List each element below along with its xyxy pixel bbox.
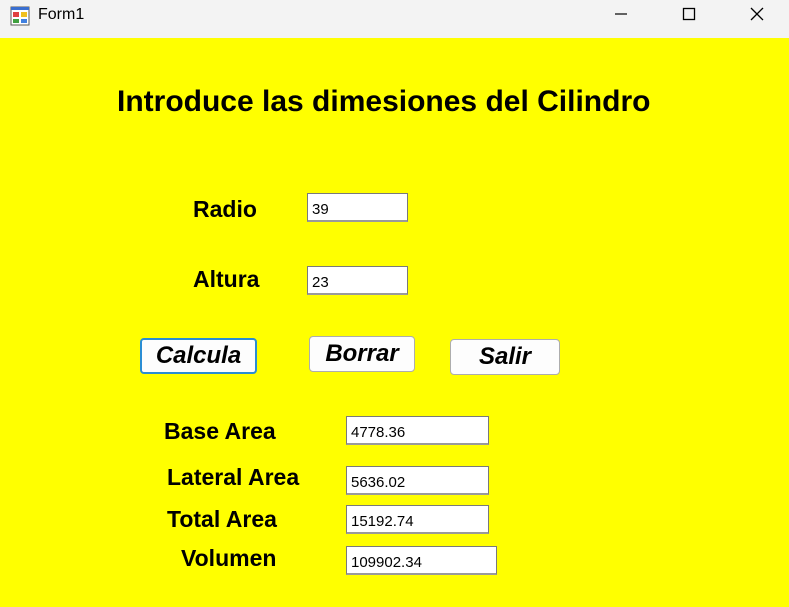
base-area-label: Base Area xyxy=(164,418,276,444)
total-area-output[interactable] xyxy=(346,505,489,534)
total-area-label: Total Area xyxy=(167,506,277,532)
close-button[interactable] xyxy=(726,0,788,32)
lateral-area-label: Lateral Area xyxy=(167,464,300,490)
minimize-button[interactable] xyxy=(590,0,652,32)
calcula-button[interactable]: Calcula xyxy=(140,338,257,374)
radio-input[interactable] xyxy=(307,193,408,222)
close-icon xyxy=(749,6,765,27)
maximize-icon xyxy=(682,7,696,26)
altura-input[interactable] xyxy=(307,266,408,295)
volumen-output[interactable] xyxy=(346,546,497,575)
form-client-area: Introduce las dimesiones del Cilindro Ra… xyxy=(0,38,789,607)
borrar-button[interactable]: Borrar xyxy=(309,336,415,372)
title-bar[interactable]: Form1 xyxy=(0,0,789,38)
radio-label: Radio xyxy=(193,196,257,222)
volumen-label: Volumen xyxy=(181,545,277,571)
base-area-output[interactable] xyxy=(346,416,489,445)
maximize-button[interactable] xyxy=(658,0,720,32)
form-app-icon xyxy=(10,6,30,26)
salir-button[interactable]: Salir xyxy=(450,339,560,375)
minimize-icon xyxy=(614,7,628,26)
window-title: Form1 xyxy=(38,6,85,23)
form-heading: Introduce las dimesiones del Cilindro xyxy=(117,85,651,118)
lateral-area-output[interactable] xyxy=(346,466,489,495)
altura-label: Altura xyxy=(193,266,260,292)
